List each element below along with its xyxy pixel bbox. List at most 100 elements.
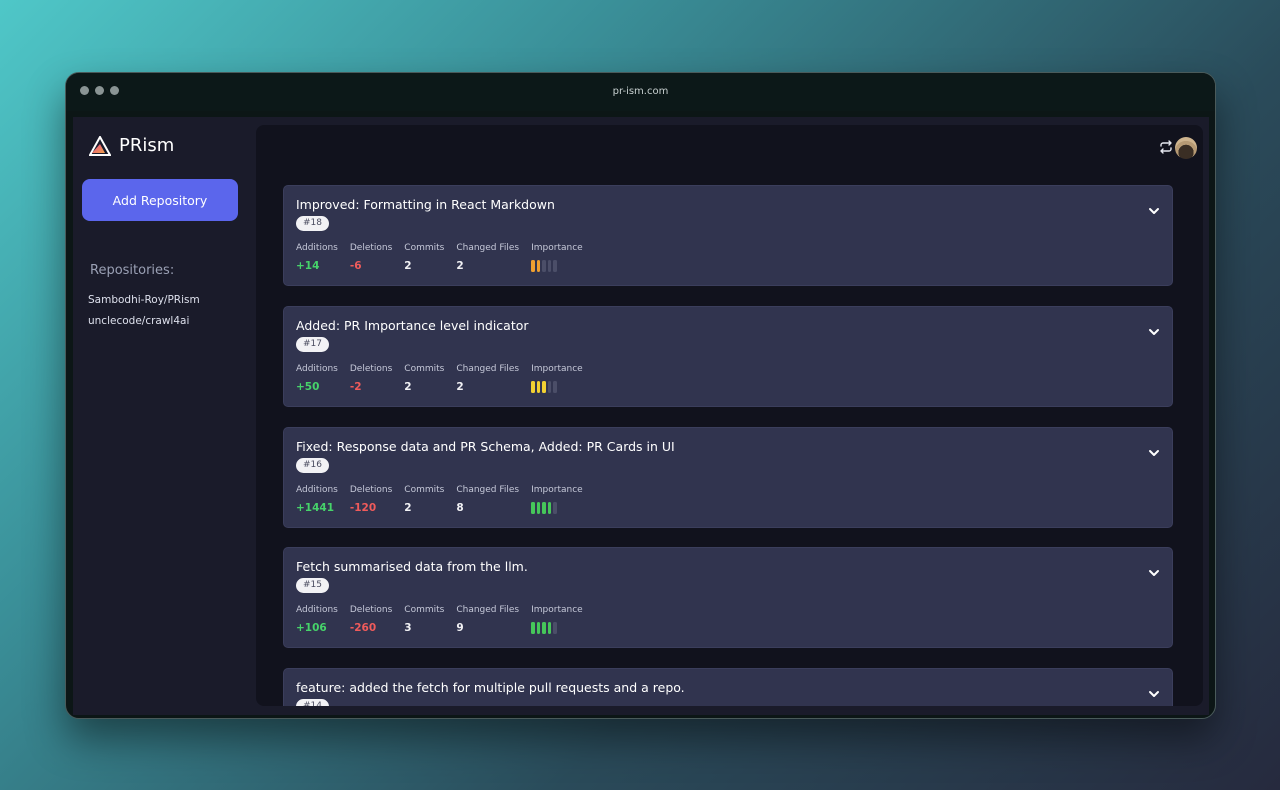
chevron-down-icon[interactable] <box>1148 568 1160 578</box>
app-logo[interactable]: PRism <box>89 135 174 156</box>
pr-number-badge: #16 <box>296 458 329 473</box>
pr-card[interactable]: feature: added the fetch for multiple pu… <box>283 668 1173 706</box>
commits-value: 2 <box>404 260 412 272</box>
changed-files-stat: Changed Files 8 <box>456 485 519 514</box>
importance-bar <box>531 622 535 634</box>
commits-label: Commits <box>404 485 445 495</box>
changed-files-stat: Changed Files 2 <box>456 243 519 272</box>
app-name: PRism <box>119 135 175 156</box>
deletions-stat: Deletions -260 <box>350 605 392 634</box>
pr-card[interactable]: Added: PR Importance level indicator #17… <box>283 306 1173 407</box>
refresh-icon[interactable] <box>1158 139 1174 155</box>
additions-value: +106 <box>296 622 327 634</box>
importance-bar <box>542 622 546 634</box>
additions-label: Additions <box>296 243 338 253</box>
importance-bar <box>553 381 557 393</box>
app-screen: PRism Add Repository Repositories: Sambo… <box>73 117 1209 715</box>
importance-bar <box>542 502 546 514</box>
changed-files-label: Changed Files <box>456 605 520 615</box>
repo-item[interactable]: Sambodhi-Roy/PRism <box>88 294 200 306</box>
pr-card[interactable]: Fixed: Response data and PR Schema, Adde… <box>283 427 1173 528</box>
chevron-down-icon[interactable] <box>1148 327 1160 337</box>
pr-number-badge: #15 <box>296 578 329 593</box>
importance-meter <box>531 622 583 634</box>
deletions-label: Deletions <box>349 605 393 615</box>
address-bar[interactable]: pr-ism.com <box>66 86 1215 97</box>
deletions-value: -120 <box>349 502 377 514</box>
changed-files-value: 8 <box>456 502 464 514</box>
pr-title: feature: added the fetch for multiple pu… <box>296 680 685 695</box>
importance-meter <box>531 260 583 272</box>
deletions-label: Deletions <box>349 243 393 253</box>
commits-value: 2 <box>404 381 412 393</box>
add-repository-button[interactable]: Add Repository <box>82 179 238 221</box>
importance-bar <box>536 622 541 634</box>
pr-title: Added: PR Importance level indicator <box>296 318 529 333</box>
changed-files-value: 2 <box>456 381 464 393</box>
pr-stats: Additions +14 Deletions -6 Commits 2 Cha… <box>296 243 595 272</box>
importance-bar <box>547 381 552 393</box>
additions-stat: Additions +14 <box>296 243 338 272</box>
importance-bar <box>536 260 541 272</box>
pr-number-badge: #17 <box>296 337 329 352</box>
importance-bar <box>531 381 535 393</box>
pr-stats: Additions +1441 Deletions -120 Commits 2… <box>296 485 595 514</box>
importance-label: Importance <box>531 364 583 374</box>
additions-value: +1441 <box>296 502 335 514</box>
user-avatar[interactable] <box>1175 137 1197 159</box>
deletions-label: Deletions <box>349 485 393 495</box>
pr-card[interactable]: Fetch summarised data from the llm. #15 … <box>283 547 1173 648</box>
importance-label: Importance <box>531 485 583 495</box>
changed-files-stat: Changed Files 2 <box>456 364 519 393</box>
importance-bar <box>531 260 535 272</box>
deletions-value: -260 <box>349 622 377 634</box>
deletions-stat: Deletions -6 <box>350 243 392 272</box>
commits-stat: Commits 2 <box>404 364 444 393</box>
importance-bar <box>547 502 552 514</box>
additions-stat: Additions +50 <box>296 364 338 393</box>
importance-stat: Importance <box>531 605 583 634</box>
commits-value: 2 <box>404 502 412 514</box>
commits-label: Commits <box>404 243 445 253</box>
pr-stats: Additions +106 Deletions -260 Commits 3 … <box>296 605 595 634</box>
pr-title: Improved: Formatting in React Markdown <box>296 197 555 212</box>
chevron-down-icon[interactable] <box>1148 689 1160 699</box>
importance-bar <box>542 260 546 272</box>
commits-stat: Commits 3 <box>404 605 444 634</box>
importance-bar <box>553 502 557 514</box>
main-panel: Improved: Formatting in React Markdown #… <box>256 125 1203 706</box>
chevron-down-icon[interactable] <box>1148 448 1160 458</box>
pr-stats: Additions +50 Deletions -2 Commits 2 Cha… <box>296 364 595 393</box>
additions-label: Additions <box>296 485 338 495</box>
commits-stat: Commits 2 <box>404 243 444 272</box>
importance-bar <box>542 381 546 393</box>
changed-files-stat: Changed Files 9 <box>456 605 519 634</box>
importance-meter <box>531 502 583 514</box>
commits-value: 3 <box>404 622 412 634</box>
repo-item[interactable]: unclecode/crawl4ai <box>88 315 189 327</box>
commits-label: Commits <box>404 364 445 374</box>
deletions-value: -6 <box>349 260 362 272</box>
browser-window: pr-ism.com PRism Add Repository Reposito… <box>65 72 1216 719</box>
additions-stat: Additions +1441 <box>296 485 338 514</box>
pr-card[interactable]: Improved: Formatting in React Markdown #… <box>283 185 1173 286</box>
importance-meter <box>531 381 583 393</box>
changed-files-label: Changed Files <box>456 243 520 253</box>
deletions-stat: Deletions -2 <box>350 364 392 393</box>
importance-label: Importance <box>531 605 583 615</box>
deletions-value: -2 <box>349 381 362 393</box>
chevron-down-icon[interactable] <box>1148 206 1160 216</box>
additions-label: Additions <box>296 605 338 615</box>
importance-stat: Importance <box>531 364 583 393</box>
pr-title: Fixed: Response data and PR Schema, Adde… <box>296 439 675 454</box>
deletions-stat: Deletions -120 <box>350 485 392 514</box>
sidebar: PRism Add Repository Repositories: Sambo… <box>73 117 255 715</box>
changed-files-value: 2 <box>456 260 464 272</box>
importance-stat: Importance <box>531 485 583 514</box>
importance-bar <box>531 502 535 514</box>
importance-label: Importance <box>531 243 583 253</box>
importance-bar <box>553 260 557 272</box>
changed-files-label: Changed Files <box>456 364 520 374</box>
browser-titlebar: pr-ism.com <box>66 73 1215 111</box>
importance-bar <box>547 622 552 634</box>
